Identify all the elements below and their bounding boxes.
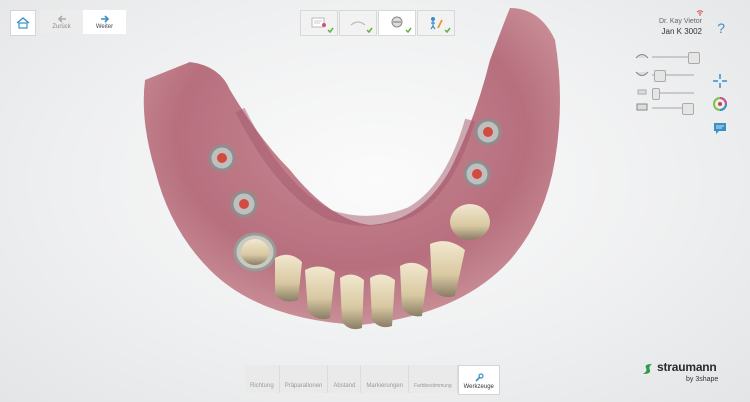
bite-icon	[637, 89, 647, 95]
toolbar-item-direction[interactable]: Richtung	[245, 365, 280, 393]
wrench-icon	[475, 373, 484, 382]
toolbar-item-tools[interactable]: Werkzeuge	[457, 365, 500, 395]
toolbar-item-label: Farbbestimmung	[414, 383, 452, 389]
comment-icon	[714, 122, 726, 134]
help-button[interactable]: ?	[717, 20, 725, 36]
slider-1[interactable]	[632, 50, 700, 64]
next-label: Weiter	[95, 23, 114, 30]
toolbar-item-preparations[interactable]: Präparationen	[279, 365, 329, 393]
toolbar-item-label: Präparationen	[284, 383, 323, 389]
toolbar-item-label: Werkzeuge	[463, 384, 494, 390]
slider-1-knob[interactable]	[688, 52, 700, 64]
toolbar-item-shade[interactable]: Farbbestimmung	[409, 365, 458, 393]
slider-4[interactable]	[632, 101, 694, 115]
crosshair-icon	[713, 74, 727, 88]
straumann-logo: straumann by 3shape	[642, 360, 738, 390]
crosshair-button[interactable]	[711, 72, 729, 90]
home-button[interactable]	[10, 10, 36, 36]
brand-by: by 3shape	[686, 376, 719, 383]
toolbar-item-label: Abstand	[333, 383, 356, 389]
slider-3[interactable]	[632, 86, 694, 100]
patient-info: Dr. Kay Vietor Jan K 3002	[659, 17, 702, 37]
arrow-left-icon	[57, 14, 66, 23]
slider-2[interactable]	[632, 68, 694, 82]
help-icon: ?	[717, 20, 725, 36]
jaw-scan-model[interactable]	[130, 0, 580, 345]
back-label: Zurück	[52, 23, 71, 30]
color-wheel-button[interactable]	[711, 95, 729, 113]
home-icon	[16, 17, 30, 29]
toolbar-item-label: Richtung	[250, 383, 274, 389]
color-wheel-icon	[713, 97, 727, 111]
navigation-bar: Zurück Weiter	[40, 10, 127, 34]
wifi-icon	[696, 10, 704, 16]
brand-name: straumann	[657, 360, 717, 374]
jaw-lower-icon	[635, 71, 649, 76]
arrow-right-icon	[100, 14, 109, 23]
straumann-logo-icon	[643, 364, 652, 374]
bottom-toolbar: Richtung Präparationen Abstand Markierun…	[245, 365, 500, 395]
toolbar-item-label: Markierungen	[366, 383, 404, 389]
back-button[interactable]: Zurück	[40, 10, 83, 34]
toolbar-item-markings[interactable]: Markierungen	[361, 365, 410, 393]
slider-4-knob[interactable]	[682, 103, 694, 115]
toolbar-item-distance[interactable]: Abstand	[328, 365, 362, 393]
case-name: Jan K 3002	[661, 27, 702, 36]
next-button[interactable]: Weiter	[83, 10, 126, 34]
slider-3-knob[interactable]	[652, 88, 660, 100]
jaw-upper-icon	[635, 54, 649, 59]
comment-button[interactable]	[711, 119, 729, 137]
slider-2-knob[interactable]	[654, 70, 666, 82]
doctor-name: Dr. Kay Vietor	[658, 18, 702, 25]
model-icon	[636, 103, 648, 111]
